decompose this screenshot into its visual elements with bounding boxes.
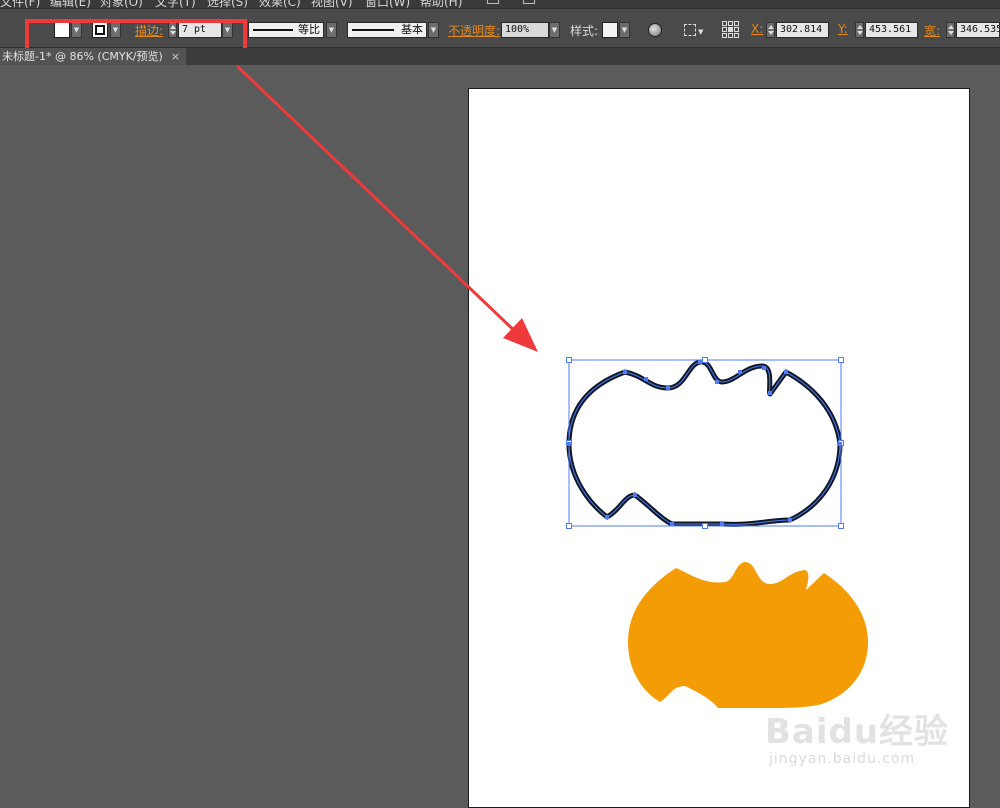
canvas-artwork	[236, 65, 868, 708]
baidu-watermark: Baidu经验 jingyan.baidu.com	[765, 704, 950, 767]
orange-bat-shape[interactable]	[628, 562, 868, 708]
selected-bat-outline[interactable]	[566, 359, 843, 527]
annotation-arrow	[236, 65, 538, 352]
watermark-url: jingyan.baidu.com	[769, 751, 916, 767]
watermark-logo: Baidu经验	[765, 712, 950, 752]
